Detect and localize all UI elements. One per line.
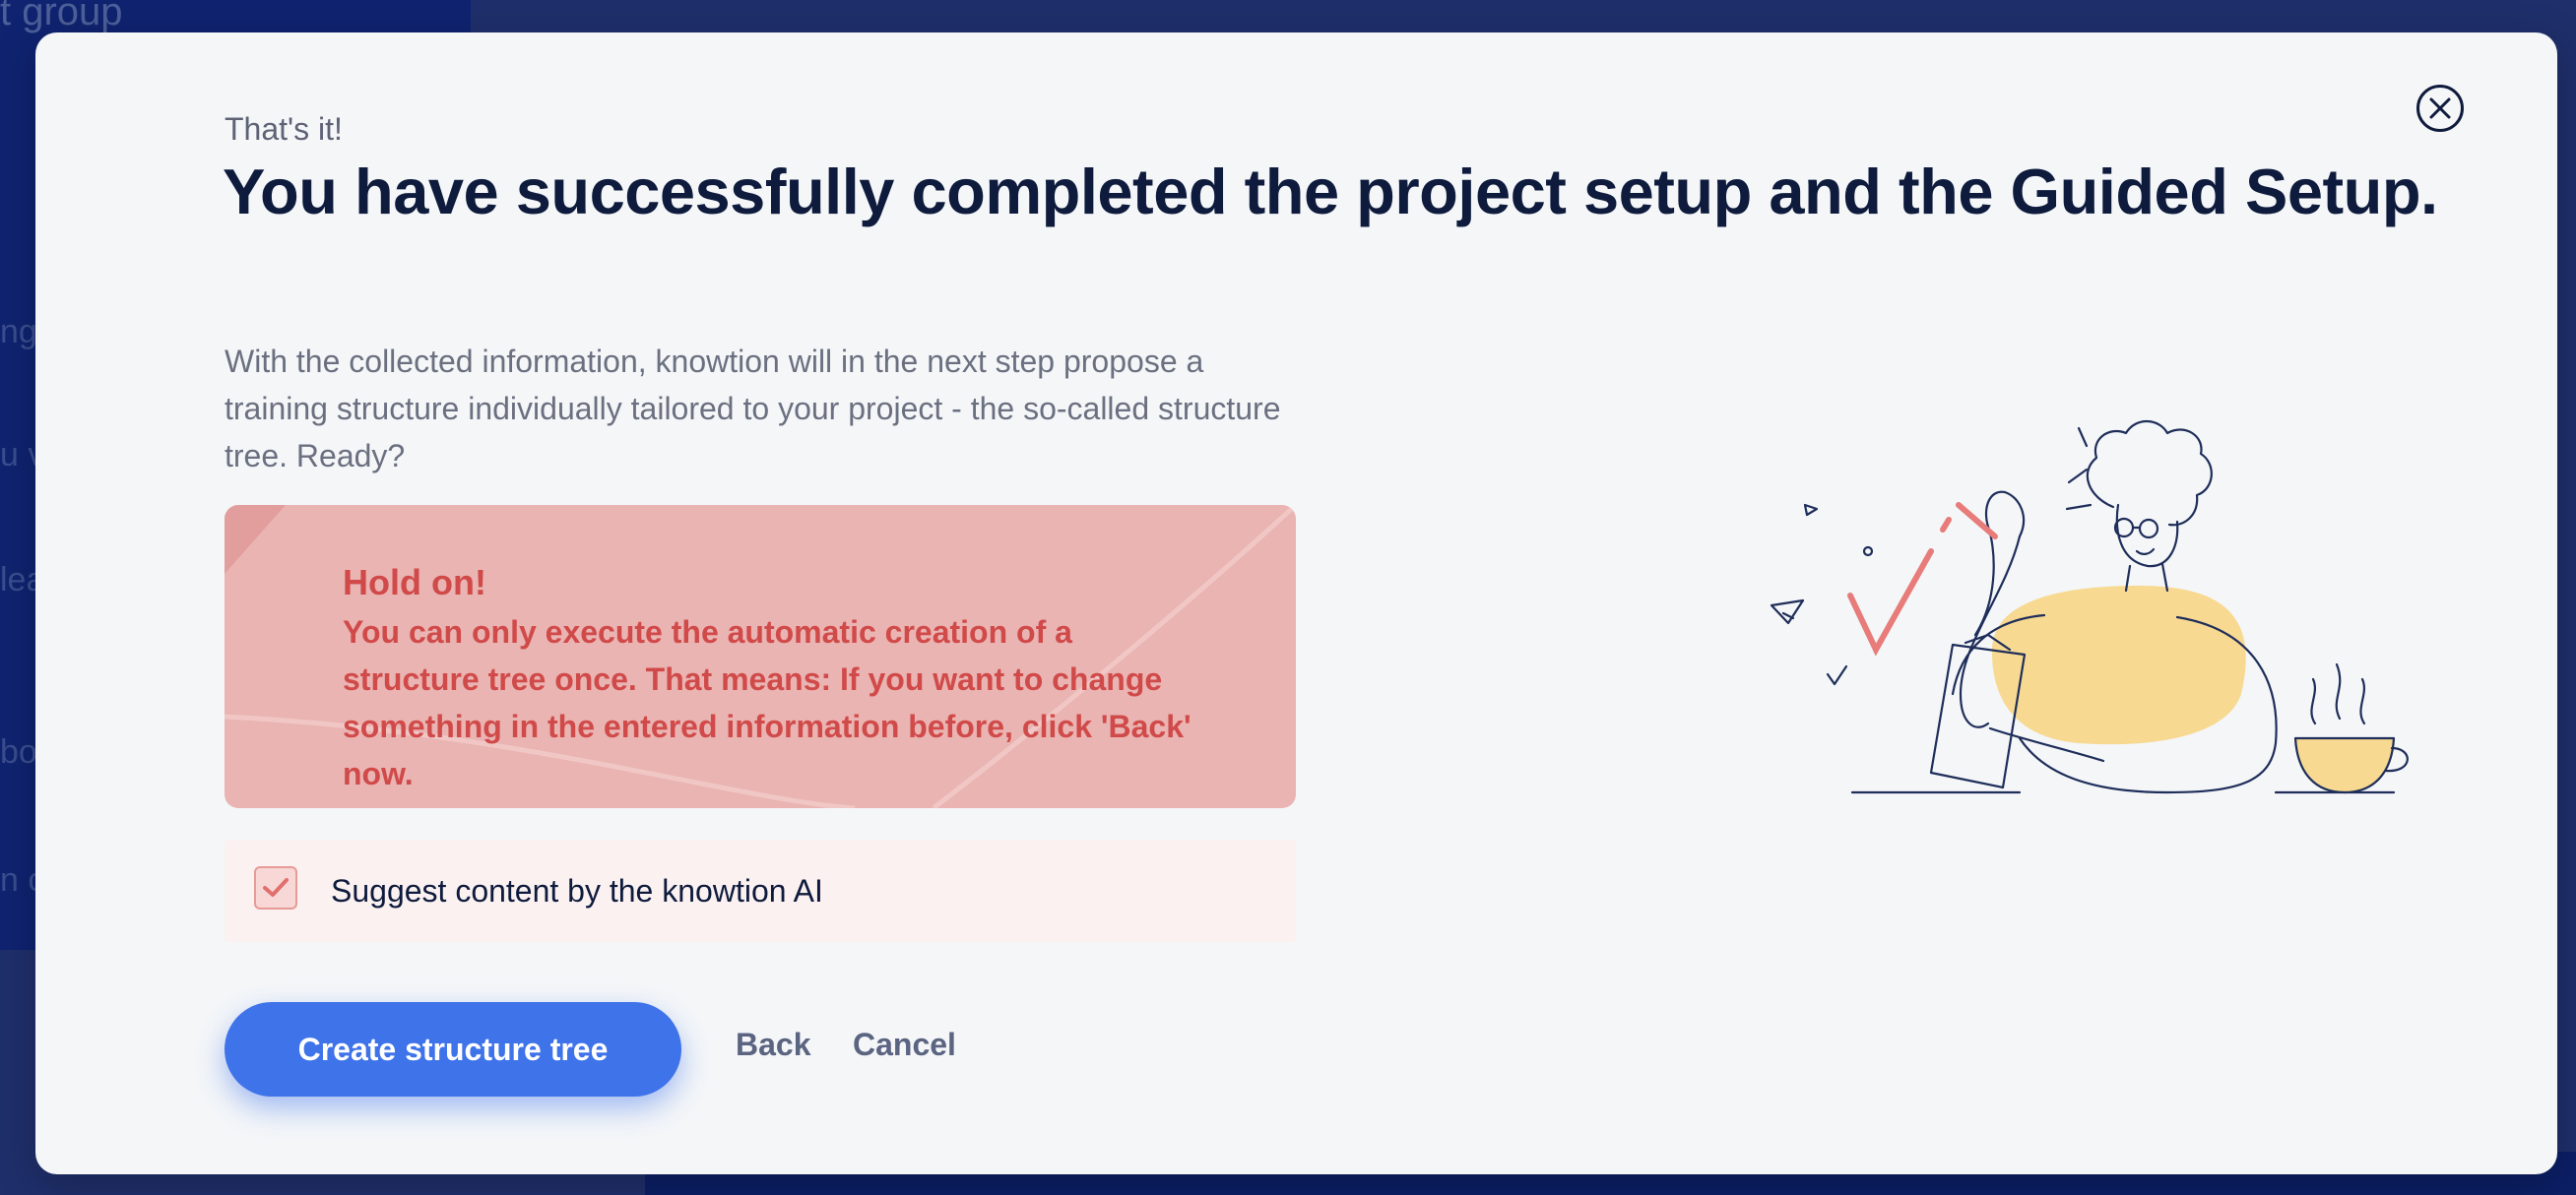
background-text: ng: [0, 313, 37, 350]
close-icon: [2429, 97, 2451, 119]
background-title: t group: [0, 0, 123, 33]
setup-complete-modal: That's it! You have successfully complet…: [35, 32, 2557, 1174]
background-text: bo: [0, 733, 37, 771]
page-title: You have successfully completed the proj…: [223, 156, 2438, 227]
cancel-button[interactable]: Cancel: [853, 1027, 956, 1063]
warning-box: Hold on! You can only execute the automa…: [225, 505, 1296, 808]
ai-suggest-option[interactable]: Suggest content by the knowtion AI: [225, 840, 1296, 942]
warning-title: Hold on!: [343, 562, 486, 602]
eyebrow-text: That's it!: [225, 111, 343, 147]
close-button[interactable]: [2416, 85, 2464, 132]
create-structure-tree-button[interactable]: Create structure tree: [225, 1002, 681, 1097]
warning-text: You can only execute the automatic creat…: [343, 614, 1191, 791]
ai-suggest-checkbox[interactable]: [254, 866, 297, 910]
back-button[interactable]: Back: [736, 1027, 811, 1063]
ai-suggest-label: Suggest content by the knowtion AI: [331, 873, 823, 909]
intro-text: With the collected information, knowtion…: [225, 344, 1281, 473]
person-illustration: [1770, 419, 2409, 794]
checkmark-icon: [263, 878, 289, 897]
